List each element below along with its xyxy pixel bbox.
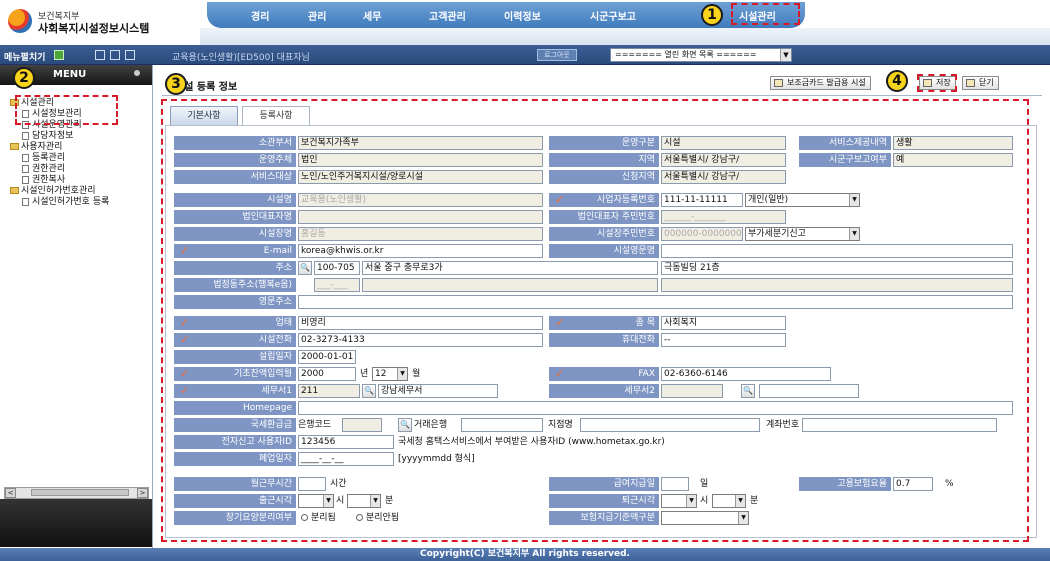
document-icon: [22, 164, 29, 173]
open-windows-select[interactable]: ======= 열린 화면 목록 ====== ▼: [610, 48, 792, 62]
nav-gyeongri[interactable]: 경리: [251, 8, 269, 23]
app-window: 보건복지부 사회복지시설정보시스템 경리 관리 세무 고객관리 이력정보 시군구…: [0, 0, 1050, 561]
document-icon: [22, 175, 29, 184]
close-icon: [966, 79, 975, 87]
nav-customer[interactable]: 고객관리: [429, 8, 466, 23]
nav-sigungu-report[interactable]: 시군구보고: [590, 8, 636, 23]
title-divider: [162, 95, 1042, 96]
menu-expand-label[interactable]: 메뉴펼치기: [4, 50, 45, 63]
card-icon: [774, 79, 783, 87]
header-shade: [200, 28, 1050, 45]
callout-2: 2: [13, 67, 35, 89]
scroll-thumb: [31, 489, 129, 496]
nav-gwanri[interactable]: 관리: [308, 8, 326, 23]
subsidy-card-button[interactable]: 보조금카드 발급용 시설: [770, 76, 871, 90]
expand-icon[interactable]: [54, 50, 64, 60]
nav-history[interactable]: 이력정보: [504, 8, 541, 23]
scroll-left-icon: <: [5, 488, 16, 498]
callout-3: 3: [165, 73, 187, 95]
tree-item-permission-copy[interactable]: 권한복사: [22, 175, 65, 186]
logo[interactable]: 보건복지부 사회복지시설정보시스템: [8, 7, 198, 39]
close-button[interactable]: 닫기: [962, 76, 999, 90]
document-icon: [22, 131, 29, 140]
logo-mark-icon: [8, 9, 32, 33]
user-crumb: 교육용(노인생활)[ED500] 대표자님: [172, 53, 310, 63]
document-icon: [22, 153, 29, 162]
tile-icon[interactable]: [110, 50, 120, 60]
highlight-form: [161, 99, 1029, 542]
highlight-save: [917, 74, 957, 92]
tree-folder-user[interactable]: 사용자관리: [10, 142, 62, 153]
nav-semu[interactable]: 세무: [363, 8, 381, 23]
logout-button[interactable]: 로그아웃: [537, 49, 577, 61]
cascade-icon[interactable]: [125, 50, 135, 60]
folder-icon: [10, 187, 19, 194]
sidebar-scrollbar[interactable]: < >: [4, 487, 149, 499]
tree-item-registration[interactable]: 등록관리: [22, 153, 65, 164]
tree-item-permission[interactable]: 권한관리: [22, 164, 65, 175]
tree-item-manager-info[interactable]: 담당자정보: [22, 131, 73, 142]
highlight-facility-nav: [731, 3, 800, 25]
tree-item-license-register[interactable]: 시설인허가번호 등록: [22, 197, 109, 208]
pin-icon[interactable]: [134, 70, 140, 76]
sidebar: MENU 시설관리 시설정보관리 시설운영관리 담당자정보 사용자관리 등록관리…: [0, 65, 153, 548]
highlight-facility-info: [15, 95, 118, 125]
menu-bar: 메뉴펼치기 교육용(노인생활)[ED500] 대표자님 로그아웃 =======…: [0, 45, 1050, 65]
callout-4: 4: [886, 70, 908, 92]
folder-icon: [10, 143, 19, 150]
sidebar-footer: [0, 499, 152, 547]
document-icon: [22, 197, 29, 206]
scroll-right-icon: >: [137, 488, 148, 498]
callout-1: 1: [701, 4, 723, 26]
footer: Copyright(C) 보건복지부 All rights reserved.: [0, 548, 1050, 561]
tree-folder-license[interactable]: 시설인허가번호관리: [10, 186, 96, 197]
window-icon[interactable]: [95, 50, 105, 60]
system-name: 사회복지시설정보시스템: [38, 22, 150, 35]
header: 보건복지부 사회복지시설정보시스템 경리 관리 세무 고객관리 이력정보 시군구…: [0, 0, 1050, 45]
chevron-down-icon: ▼: [780, 49, 791, 61]
